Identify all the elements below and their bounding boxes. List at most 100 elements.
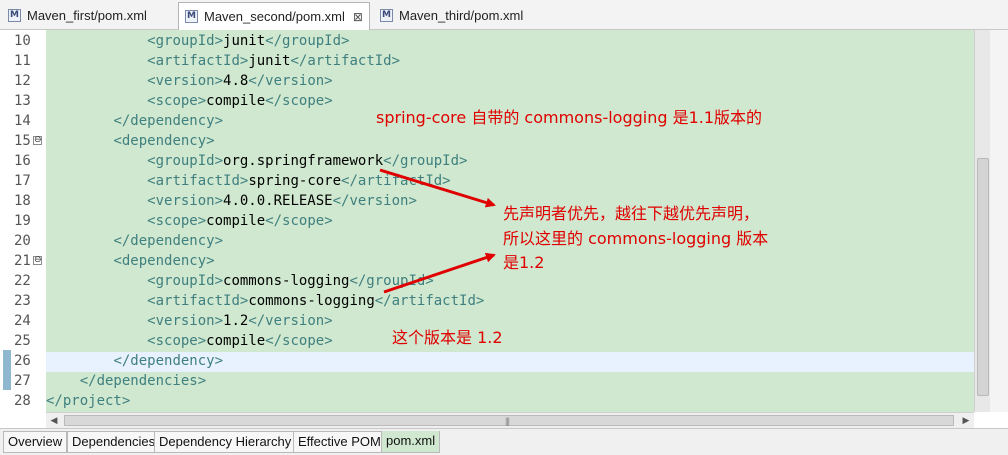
code-text: <scope>compile</scope> — [46, 331, 332, 351]
code-line[interactable]: 27 </dependencies> — [0, 371, 974, 391]
line-number: 20 — [14, 233, 31, 249]
vertical-scroll-thumb[interactable] — [977, 158, 989, 396]
maven-file-icon: M — [8, 8, 21, 22]
code-text: <groupId>org.springframework</groupId> — [46, 151, 467, 171]
line-number: 19 — [14, 213, 31, 229]
xml-tag: <dependency> — [113, 253, 215, 269]
code-line[interactable]: 23 <artifactId>commons-logging</artifact… — [0, 291, 974, 311]
xml-tag: <version> — [147, 313, 224, 329]
line-number: 14 — [14, 113, 31, 129]
scroll-left-arrow-icon[interactable]: ◀ — [46, 414, 62, 428]
editor-tab-bar: M Maven_first/pom.xml M Maven_second/pom… — [0, 0, 1008, 30]
xml-text — [46, 333, 147, 349]
vertical-scrollbar[interactable] — [974, 30, 990, 412]
xml-text — [46, 233, 113, 249]
code-line[interactable]: 22 <groupId>commons-logging</groupId> — [0, 271, 974, 291]
xml-text — [46, 193, 147, 209]
xml-text: junit — [248, 53, 291, 69]
annotation-declaration-order-line3: 是1.2 — [503, 253, 545, 272]
line-number: 26 — [14, 353, 31, 369]
xml-tag: <groupId> — [147, 153, 224, 169]
xml-text — [46, 173, 147, 189]
tab-label: Maven_first/pom.xml — [27, 7, 147, 23]
code-line[interactable]: 18 <version>4.0.0.RELEASE</version> — [0, 191, 974, 211]
xml-tag: <version> — [147, 73, 224, 89]
tab-pom-xml[interactable]: pom.xml — [381, 431, 441, 453]
xml-text: compile — [206, 333, 266, 349]
code-line[interactable]: 10 <groupId>junit</groupId> — [0, 31, 974, 51]
xml-text — [46, 313, 147, 329]
xml-text — [46, 293, 147, 309]
code-line[interactable]: 21 ⊖ <dependency> — [0, 251, 974, 271]
code-text: <groupId>junit</groupId> — [46, 31, 349, 51]
code-text: <version>1.2</version> — [46, 311, 333, 331]
xml-text — [46, 373, 80, 389]
annotation-declaration-order-line1: 先声明者优先，越往下越优先声明， — [503, 204, 760, 223]
xml-text — [46, 153, 147, 169]
code-line[interactable]: 15 ⊖ <dependency> — [0, 131, 974, 151]
code-text: <artifactId>commons-logging</artifactId> — [46, 291, 484, 311]
tab-dependency-hierarchy[interactable]: Dependency Hierarchy — [154, 431, 297, 453]
xml-tag: </groupId> — [383, 153, 468, 169]
xml-tag: <scope> — [147, 333, 207, 349]
code-line[interactable]: 11 <artifactId>junit</artifactId> — [0, 51, 974, 71]
xml-tag: <dependency> — [113, 133, 215, 149]
xml-text: commons-logging — [248, 293, 375, 309]
xml-text: 4.8 — [223, 73, 249, 89]
code-line[interactable]: 16 <groupId>org.springframework</groupId… — [0, 151, 974, 171]
xml-text — [46, 353, 113, 369]
code-text: </dependencies> — [46, 371, 206, 391]
xml-tag: </dependencies> — [79, 373, 207, 389]
tab-maven-first-pom[interactable]: M Maven_first/pom.xml — [2, 2, 174, 28]
line-number: 13 — [14, 93, 31, 109]
xml-text — [46, 93, 147, 109]
code-text: <artifactId>junit</artifactId> — [46, 51, 400, 71]
xml-text: spring-core — [248, 173, 342, 189]
xml-text: org.springframework — [223, 153, 384, 169]
xml-text — [46, 253, 113, 269]
xml-tag: </dependency> — [113, 233, 224, 249]
code-text: </dependency> — [46, 111, 223, 131]
line-number: 12 — [14, 73, 31, 89]
code-line[interactable]: 26 </dependency> — [0, 351, 974, 371]
line-number: 27 — [14, 373, 31, 389]
tab-label: Maven_second/pom.xml — [204, 9, 345, 24]
horizontal-scroll-thumb[interactable]: ||| — [64, 415, 954, 426]
code-line[interactable]: 12 <version>4.8</version> — [0, 71, 974, 91]
code-text: <version>4.8</version> — [46, 71, 332, 91]
code-line[interactable]: 19 <scope>compile</scope> — [0, 211, 974, 231]
line-number: 16 — [14, 153, 31, 169]
tab-maven-third-pom[interactable]: M Maven_third/pom.xml — [374, 2, 546, 28]
xml-text: commons-logging — [223, 273, 350, 289]
code-line[interactable]: 17 <artifactId>spring-core</artifactId> — [0, 171, 974, 191]
tab-effective-pom[interactable]: Effective POM — [293, 431, 386, 453]
xml-text — [46, 133, 113, 149]
tab-maven-second-pom[interactable]: M Maven_second/pom.xml ⊠ — [178, 2, 370, 30]
code-text: <artifactId>spring-core</artifactId> — [46, 171, 450, 191]
xml-tag: <artifactId> — [147, 173, 249, 189]
tab-overview[interactable]: Overview — [3, 431, 68, 453]
fold-toggle-icon[interactable]: ⊖ — [33, 256, 42, 265]
tab-dependencies[interactable]: Dependencies — [67, 431, 161, 453]
line-number: 18 — [14, 193, 31, 209]
xml-text: 1.2 — [223, 313, 249, 329]
code-text: <scope>compile</scope> — [46, 211, 332, 231]
code-text: <dependency> — [46, 251, 215, 271]
scroll-right-arrow-icon[interactable]: ▶ — [958, 414, 974, 428]
code-line[interactable]: 28 </project> — [0, 391, 974, 411]
fold-toggle-icon[interactable]: ⊖ — [33, 136, 42, 145]
xml-tag: <groupId> — [147, 273, 224, 289]
xml-tag: </project> — [46, 393, 131, 409]
line-number: 10 — [14, 33, 31, 49]
line-number: 28 — [14, 393, 31, 409]
horizontal-scrollbar[interactable]: ◀ ||| ▶ — [46, 412, 974, 428]
annotation-this-version: 这个版本是 1.2 — [392, 328, 503, 347]
maven-file-icon: M — [185, 10, 198, 23]
xml-tag: </version> — [248, 313, 333, 329]
xml-tag: </groupId> — [265, 33, 350, 49]
close-icon[interactable]: ⊠ — [353, 10, 363, 24]
xml-text: compile — [206, 213, 266, 229]
code-line[interactable]: 20 </dependency> — [0, 231, 974, 251]
line-number: 17 — [14, 173, 31, 189]
xml-tag: <artifactId> — [147, 293, 249, 309]
